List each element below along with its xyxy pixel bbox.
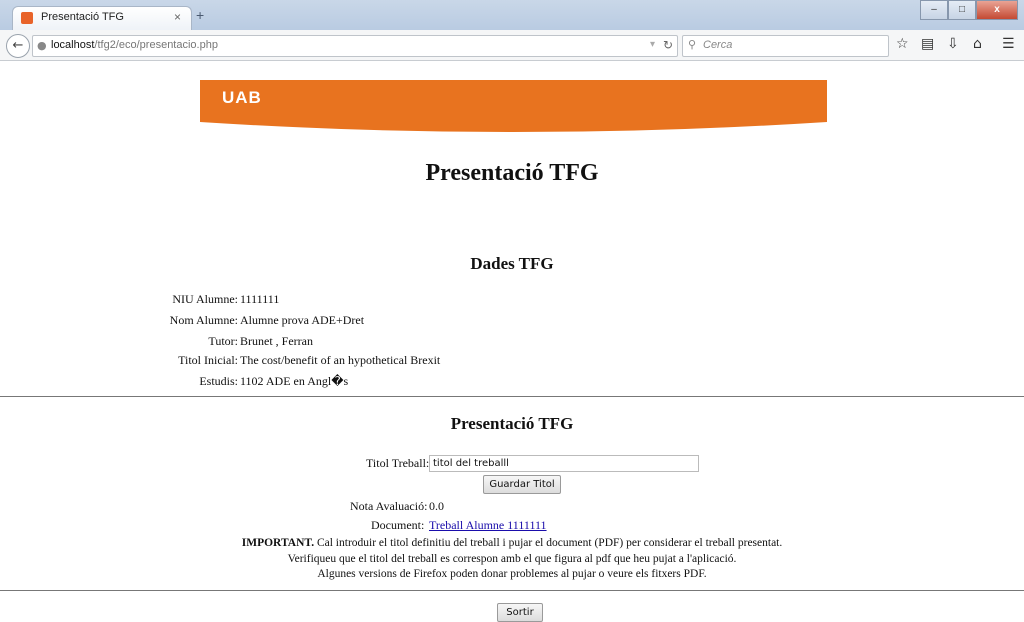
sortir-button[interactable]: Sortir xyxy=(497,603,543,622)
notice-verify: Verifiqueu que el titol del treball es c… xyxy=(287,553,737,565)
browser-titlebar: Presentació TFG × + – □ x xyxy=(0,0,1024,31)
dropdown-icon[interactable]: ▾ xyxy=(650,39,655,50)
nom-value: Alumne prova ADE+Dret xyxy=(240,313,365,327)
close-window-button[interactable]: x xyxy=(976,0,1018,20)
tab-close-icon[interactable]: × xyxy=(174,10,181,24)
info-row-titol-inicial: Titol Inicial: The cost/benefit of an hy… xyxy=(0,353,600,371)
uab-logo: UAB xyxy=(222,88,262,107)
niu-value: 1111111 xyxy=(240,292,280,306)
document-link[interactable]: Treball Alumne 1111111 xyxy=(429,518,547,533)
download-icon[interactable]: ⇩ xyxy=(947,36,959,52)
bookmark-star-icon[interactable]: ☆ xyxy=(896,36,909,52)
tutor-label: Tutor: xyxy=(208,334,238,348)
estudis-label: Estudis: xyxy=(199,374,238,388)
nota-value: 0.0 xyxy=(429,499,444,513)
info-row-niu: NIU Alumne: 1111111 xyxy=(0,292,600,310)
minimize-button[interactable]: – xyxy=(920,0,948,20)
important-text: Cal introduir el titol definitiu del tre… xyxy=(314,537,783,549)
document-label: Document: xyxy=(371,518,425,532)
menu-icon[interactable]: ☰ xyxy=(1002,36,1015,52)
info-row-tutor: Tutor: Brunet , Ferran xyxy=(0,334,600,352)
important-bold: IMPORTANT. xyxy=(241,537,315,549)
search-bar[interactable]: ⚲ Cerca xyxy=(682,35,889,57)
tutor-value: Brunet , Ferran xyxy=(240,334,313,348)
page-title: Presentació TFG xyxy=(425,160,599,186)
titol-treball-input[interactable] xyxy=(429,455,699,472)
back-arrow-icon[interactable]: ← xyxy=(6,34,30,58)
favicon-icon xyxy=(21,12,33,24)
titol-treball-label: Titol Treball: xyxy=(366,456,430,470)
browser-tab[interactable]: Presentació TFG × xyxy=(12,6,192,31)
nota-label: Nota Avaluació: xyxy=(350,499,428,513)
divider xyxy=(0,590,1024,591)
tab-title: Presentació TFG xyxy=(41,11,124,23)
divider xyxy=(0,396,1024,397)
titol-inicial-label: Titol Inicial: xyxy=(178,353,238,367)
home-icon[interactable]: ⌂ xyxy=(973,36,982,52)
navigation-bar: ← ● localhost/tfg2/eco/presentacio.php ▾… xyxy=(0,30,1024,61)
new-tab-button[interactable]: + xyxy=(196,7,204,23)
important-notice: IMPORTANT. Cal introduir el titol defini… xyxy=(0,537,1024,549)
niu-label: NIU Alumne: xyxy=(172,292,238,306)
reload-icon[interactable]: ↻ xyxy=(663,38,673,52)
reading-list-icon[interactable]: ▤ xyxy=(921,36,934,52)
titol-inicial-value: The cost/benefit of an hypothetical Brex… xyxy=(240,353,441,367)
uab-banner: UAB xyxy=(200,80,827,134)
search-icon: ⚲ xyxy=(688,38,697,51)
info-row-estudis: Estudis: 1102 ADE en Angl�s xyxy=(0,374,600,392)
banner-shape xyxy=(200,80,827,132)
address-bar[interactable]: ● localhost/tfg2/eco/presentacio.php ▾ ↻ xyxy=(32,35,678,57)
globe-icon: ● xyxy=(37,39,47,52)
notice-firefox: Algunes versions de Firefox poden donar … xyxy=(317,568,707,580)
info-row-nom: Nom Alumne: Alumne prova ADE+Dret xyxy=(0,313,600,331)
guardar-titol-button[interactable]: Guardar Titol xyxy=(483,475,561,494)
maximize-button[interactable]: □ xyxy=(948,0,976,20)
url-text: localhost/tfg2/eco/presentacio.php xyxy=(51,39,218,51)
estudis-value: 1102 ADE en Angl�s xyxy=(240,374,349,388)
presentacio-heading: Presentació TFG xyxy=(450,414,574,433)
nom-label: Nom Alumne: xyxy=(169,313,238,327)
dades-heading: Dades TFG xyxy=(470,254,554,273)
window-controls: – □ x xyxy=(920,0,1018,20)
search-placeholder: Cerca xyxy=(703,39,733,51)
